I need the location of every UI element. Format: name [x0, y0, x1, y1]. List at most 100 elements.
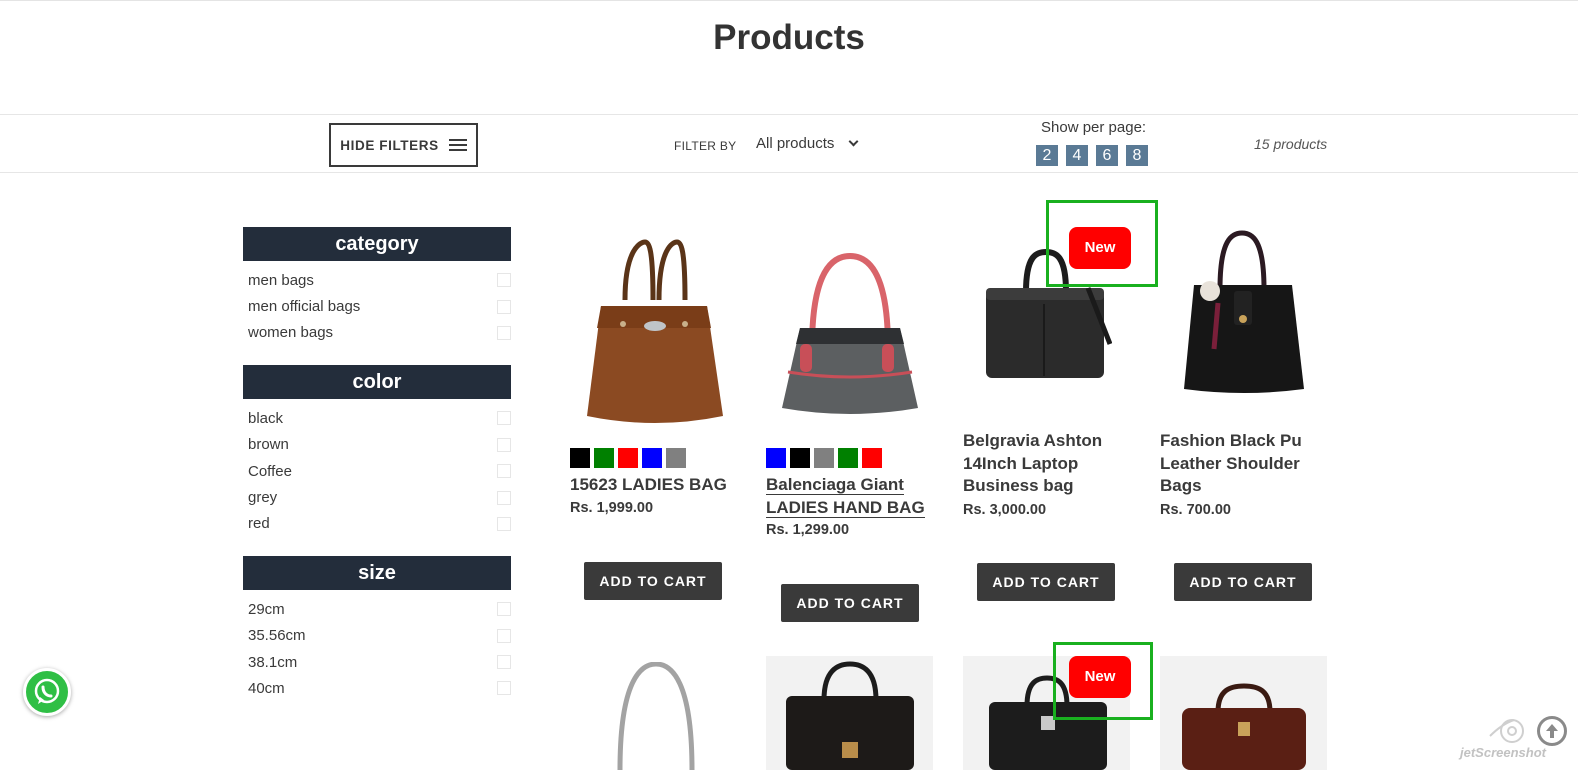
filter-group-color: color black brown Coffee grey red: [243, 365, 511, 537]
color-swatch[interactable]: [862, 448, 882, 468]
filter-option[interactable]: 29cm: [243, 596, 511, 622]
per-page-options: 2 4 6 8: [1036, 145, 1148, 166]
color-swatch[interactable]: [594, 448, 614, 468]
filter-option-label: 40cm: [248, 679, 285, 697]
page-title: Products: [713, 18, 865, 57]
filter-option-label: 38.1cm: [248, 653, 298, 671]
filter-option-label: Coffee: [248, 462, 292, 480]
filter-checkbox[interactable]: [497, 325, 511, 340]
filter-select[interactable]: All products: [756, 135, 859, 152]
collection-toolbar: HIDE FILTERS FILTER BY All products Show…: [0, 114, 1578, 173]
filter-option-label: men official bags: [248, 298, 361, 316]
filter-option[interactable]: men official bags: [243, 293, 511, 319]
hide-filters-button[interactable]: HIDE FILTERS: [329, 123, 478, 167]
filter-option[interactable]: Coffee: [243, 458, 511, 484]
filter-option-label: men bags: [248, 271, 314, 289]
color-swatch[interactable]: [790, 448, 810, 468]
filter-checkbox[interactable]: [497, 681, 511, 696]
color-swatch[interactable]: [766, 448, 786, 468]
filter-checkbox[interactable]: [497, 602, 511, 617]
color-swatch[interactable]: [838, 448, 858, 468]
filter-checkbox[interactable]: [497, 411, 511, 426]
add-to-cart-button[interactable]: ADD TO CART: [1174, 563, 1312, 601]
filter-checkbox[interactable]: [497, 437, 511, 452]
filter-option[interactable]: 35.56cm: [243, 623, 511, 649]
add-to-cart-button[interactable]: ADD TO CART: [977, 563, 1115, 601]
filter-heading: size: [243, 556, 511, 591]
product-image[interactable]: [590, 662, 722, 770]
filter-option[interactable]: men bags: [243, 267, 511, 293]
menu-icon: [448, 138, 467, 152]
bag-illustration: [786, 661, 914, 770]
filter-checkbox[interactable]: [497, 273, 511, 288]
filter-checkbox[interactable]: [497, 490, 511, 505]
filter-heading: color: [243, 365, 511, 400]
product-image[interactable]: [1160, 656, 1327, 770]
new-badge: New: [1069, 227, 1131, 269]
color-swatch[interactable]: [666, 448, 686, 468]
filter-checkbox[interactable]: [497, 516, 511, 531]
bag-illustration: [1182, 683, 1306, 770]
per-page-4-button[interactable]: 4: [1066, 145, 1088, 166]
filter-option[interactable]: women bags: [243, 320, 511, 346]
filter-option-label: black: [248, 409, 284, 427]
per-page-8-button[interactable]: 8: [1126, 145, 1148, 166]
product-image[interactable]: [1180, 229, 1308, 395]
filter-sidebar: category men bags men official bags wome…: [243, 227, 511, 721]
arrow-up-icon: [1546, 724, 1558, 738]
product-price: Rs. 1,299.00: [766, 522, 850, 538]
product-count: 15 products: [1254, 136, 1328, 152]
hide-filters-label: HIDE FILTERS: [340, 137, 439, 153]
whatsapp-icon: [34, 678, 60, 704]
color-swatch[interactable]: [642, 448, 662, 468]
filter-checkbox[interactable]: [497, 655, 511, 670]
top-divider: [0, 0, 1578, 1]
per-page-2-button[interactable]: 2: [1036, 145, 1058, 166]
product-price: Rs. 3,000.00: [963, 502, 1047, 518]
filter-option[interactable]: black: [243, 405, 511, 431]
color-swatch[interactable]: [570, 448, 590, 468]
filter-option[interactable]: brown: [243, 432, 511, 458]
add-to-cart-button[interactable]: ADD TO CART: [781, 584, 919, 622]
whatsapp-chat-button[interactable]: [23, 668, 71, 716]
filter-option-label: brown: [248, 436, 289, 454]
filter-option[interactable]: 40cm: [243, 675, 511, 701]
filter-option-label: 35.56cm: [248, 627, 306, 645]
product-title[interactable]: Belgravia Ashton 14Inch Laptop Business …: [963, 430, 1128, 498]
filter-checkbox[interactable]: [497, 628, 511, 643]
filter-option[interactable]: grey: [243, 484, 511, 510]
product-price: Rs. 700.00: [1160, 502, 1231, 518]
color-swatches: [766, 448, 882, 468]
product-image[interactable]: [766, 656, 933, 770]
color-swatch[interactable]: [814, 448, 834, 468]
scroll-to-top-button[interactable]: [1537, 716, 1567, 746]
filter-group-category: category men bags men official bags wome…: [243, 227, 511, 346]
filter-checkbox[interactable]: [497, 464, 511, 479]
product-title[interactable]: Fashion Black Pu Leather Shoulder Bags: [1160, 430, 1325, 498]
filter-checkbox[interactable]: [497, 299, 511, 314]
new-badge: New: [1069, 656, 1131, 698]
filter-option-label: red: [248, 515, 270, 533]
product-title[interactable]: Balenciaga Giant LADIES HAND BAG: [766, 474, 931, 519]
filter-option-label: women bags: [248, 324, 334, 342]
per-page-label: Show per page:: [1041, 119, 1147, 136]
add-to-cart-button[interactable]: ADD TO CART: [584, 562, 722, 600]
product-image[interactable]: [778, 252, 922, 418]
chevron-down-icon: [848, 136, 859, 147]
watermark-logo: [1489, 719, 1524, 743]
product-title-link[interactable]: Balenciaga Giant LADIES HAND BAG: [766, 475, 925, 518]
product-image[interactable]: [583, 238, 725, 428]
product-price: Rs. 1,999.00: [570, 500, 654, 516]
filter-heading: category: [243, 227, 511, 261]
filter-option[interactable]: 38.1cm: [243, 649, 511, 675]
filter-selected-value: All products: [756, 135, 835, 152]
filter-group-size: size 29cm 35.56cm 38.1cm 40cm: [243, 556, 511, 702]
filter-option-label: 29cm: [248, 600, 285, 618]
product-title[interactable]: 15623 LADIES BAG: [570, 474, 735, 497]
per-page-6-button[interactable]: 6: [1096, 145, 1118, 166]
watermark-text: jetScreenshot: [1460, 745, 1546, 760]
color-swatch[interactable]: [618, 448, 638, 468]
filter-by-label: FILTER BY: [674, 139, 737, 153]
filter-option[interactable]: red: [243, 511, 511, 537]
filter-option-label: grey: [248, 489, 278, 507]
